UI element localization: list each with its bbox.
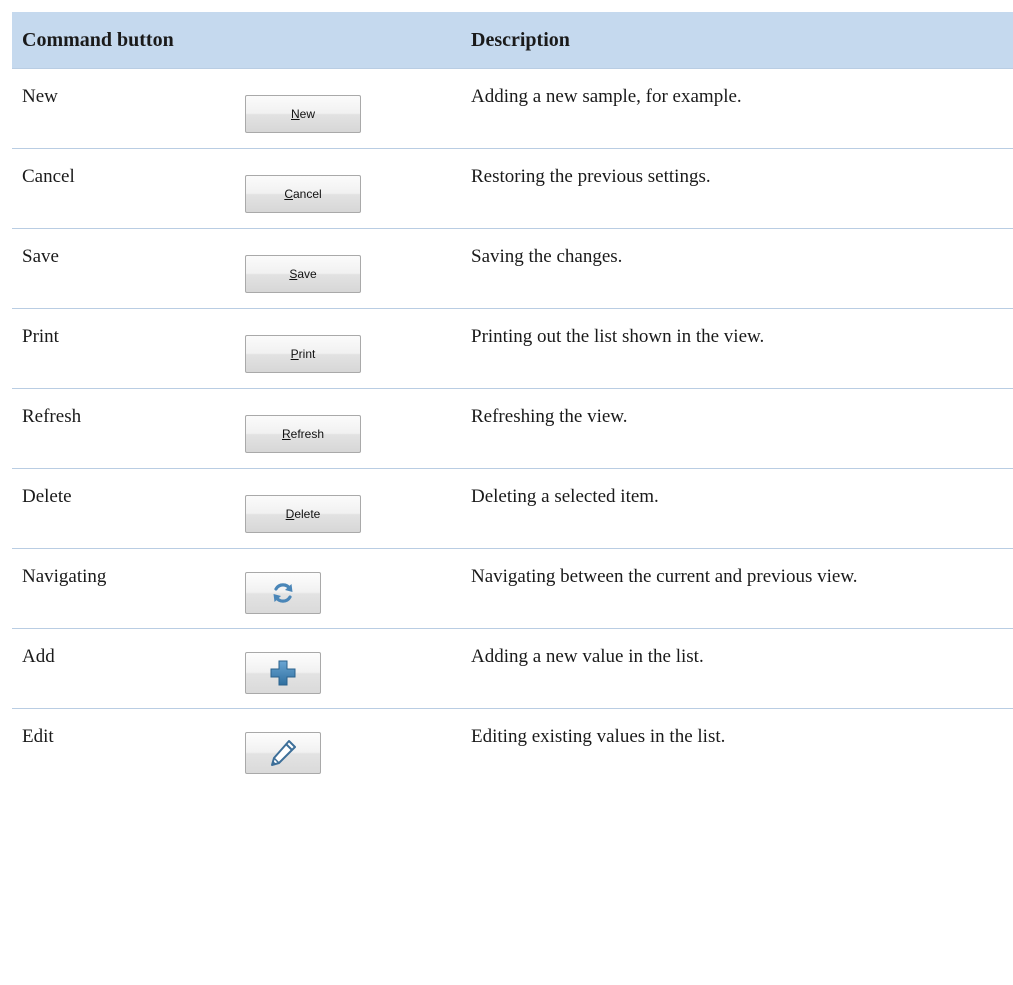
- row-description: Adding a new value in the list.: [471, 646, 704, 667]
- accelerator-key: R: [281, 427, 291, 441]
- row-description: Deleting a selected item.: [471, 486, 659, 507]
- row-name: Delete: [22, 486, 72, 507]
- table-header: Command button Description: [12, 12, 1013, 68]
- edit-button[interactable]: [245, 732, 321, 774]
- row-name: Save: [22, 246, 59, 267]
- header-description: Description: [471, 29, 570, 51]
- row-description: Saving the changes.: [471, 246, 623, 267]
- accelerator-key: D: [285, 507, 295, 521]
- table-row: Edit Editing existing values in the list…: [12, 708, 1013, 788]
- navigate-button[interactable]: [245, 572, 321, 614]
- table-row: Add Adding a new value in the list.: [12, 628, 1013, 708]
- row-name: Add: [22, 646, 55, 667]
- print-button[interactable]: Print: [245, 335, 361, 373]
- cancel-button[interactable]: Cancel: [245, 175, 361, 213]
- row-name: Cancel: [22, 166, 75, 187]
- row-description: Refreshing the view.: [471, 406, 628, 427]
- add-button[interactable]: [245, 652, 321, 694]
- row-description: Navigating between the current and previ…: [471, 566, 858, 587]
- row-description: Adding a new sample, for example.: [471, 86, 742, 107]
- button-label: ew: [299, 107, 315, 121]
- accelerator-key: P: [290, 347, 299, 361]
- row-name: Refresh: [22, 406, 82, 427]
- button-label: ave: [297, 267, 317, 281]
- new-button[interactable]: New: [245, 95, 361, 133]
- row-name: Navigating: [22, 566, 107, 587]
- plus-icon: [270, 660, 296, 686]
- table-row: Refresh Refresh Refreshing the view.: [12, 388, 1013, 468]
- table-row: Navigating Navigating between the curren…: [12, 548, 1013, 628]
- pencil-icon: [271, 740, 296, 766]
- table-row: New New Adding a new sample, for example…: [12, 68, 1013, 148]
- row-description: Editing existing values in the list.: [471, 726, 726, 747]
- accelerator-key: N: [290, 107, 300, 121]
- row-name: New: [22, 86, 58, 107]
- table-row: Print Print Printing out the list shown …: [12, 308, 1013, 388]
- table-row: Save Save Saving the changes.: [12, 228, 1013, 308]
- table-row: Delete Delete Deleting a selected item.: [12, 468, 1013, 548]
- row-description: Restoring the previous settings.: [471, 166, 711, 187]
- table-row: Cancel Cancel Restoring the previous set…: [12, 148, 1013, 228]
- refresh-arrows-icon: [273, 583, 293, 603]
- header-command-button: Command button: [22, 29, 174, 51]
- delete-button[interactable]: Delete: [245, 495, 361, 533]
- button-label: elete: [294, 507, 321, 521]
- accelerator-key: C: [284, 187, 293, 201]
- save-button[interactable]: Save: [245, 255, 361, 293]
- button-label: efresh: [290, 427, 325, 441]
- row-name: Print: [22, 326, 59, 347]
- command-button-table: Command button Description New New Addin…: [12, 12, 1013, 788]
- button-label: rint: [298, 347, 316, 361]
- row-description: Printing out the list shown in the view.: [471, 326, 765, 347]
- button-label: ancel: [292, 187, 322, 201]
- refresh-button[interactable]: Refresh: [245, 415, 361, 453]
- row-name: Edit: [22, 726, 54, 747]
